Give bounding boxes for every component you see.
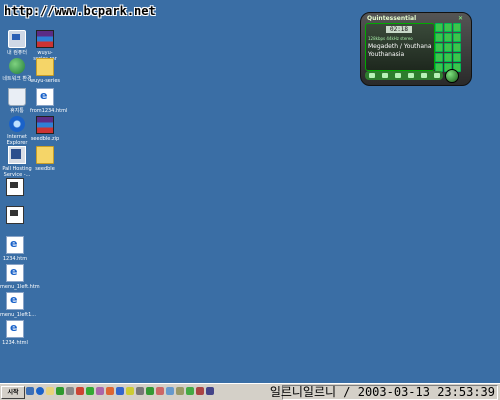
app-shortcut-icon[interactable] <box>116 387 124 395</box>
desktop-icon-label: Pall Hosting Service -... <box>2 166 32 178</box>
playlist-key[interactable] <box>444 43 452 52</box>
website-watermark: http://www.bcpark.net <box>4 4 156 18</box>
playlist-key[interactable] <box>435 53 443 62</box>
desktop-icon-label: 네트워크 환경 <box>2 76 32 82</box>
app-shortcut-icon[interactable] <box>186 387 194 395</box>
desktop-icon-recycle-bin[interactable]: 휴지통 <box>2 88 32 114</box>
ie-shortcut-icon[interactable] <box>36 387 44 395</box>
playlist-key[interactable] <box>444 23 452 32</box>
document-icon <box>6 178 24 196</box>
playlist-key[interactable] <box>435 33 443 42</box>
desktop-icon-label: Internet Explorer <box>6 134 28 146</box>
html-file-icon <box>6 320 24 338</box>
html-file-icon <box>6 292 24 310</box>
start-button[interactable]: 시작 <box>1 386 25 399</box>
app-shortcut-icon[interactable] <box>136 387 144 395</box>
app-shortcut-icon[interactable] <box>126 387 134 395</box>
desktop-icon-doc-2[interactable] <box>0 206 30 226</box>
search-shortcut-icon[interactable] <box>66 387 74 395</box>
desktop-icon-label: wuyu-series <box>30 78 60 84</box>
rar-archive-icon <box>36 116 54 134</box>
eject-icon[interactable] <box>433 73 440 78</box>
desktop-icon-label: 1234.htm <box>2 256 28 262</box>
player-display: 02:18 128kbps 44kHz stereo Megadeth / Yo… <box>365 23 435 71</box>
internet-explorer-icon <box>9 116 25 132</box>
tray-clock[interactable]: 일르니일르니 / 2003-03-13 23:53:39 <box>270 386 495 399</box>
desktop-icon-label: 1234.html <box>2 340 28 346</box>
desktop-icon-label: menu_1left.htm <box>0 284 40 290</box>
app-shortcut-icon[interactable] <box>156 387 164 395</box>
quick-launch-bar <box>26 387 216 395</box>
desktop-icon-doc-1[interactable] <box>0 178 30 198</box>
html-file-icon <box>6 264 24 282</box>
player-info: 128kbps 44kHz stereo <box>368 36 413 41</box>
html-file-icon <box>6 236 24 254</box>
playlist-key[interactable] <box>453 43 461 52</box>
desktop-icon-label: seedble <box>35 166 55 172</box>
app-shortcut-icon[interactable] <box>196 387 204 395</box>
player-title: Quintessential <box>367 15 417 22</box>
pause-icon[interactable] <box>394 73 401 78</box>
desktop-icon-label: menu_1left1... <box>0 312 37 318</box>
desktop-shortcut-icon[interactable] <box>26 387 34 395</box>
stop-icon[interactable] <box>407 73 414 78</box>
desktop-icon-html-3[interactable]: menu_1left.htm <box>0 264 40 290</box>
player-close-icon[interactable]: ✕ <box>458 15 463 22</box>
rar-archive-icon <box>36 30 54 48</box>
computer-icon <box>8 30 26 48</box>
desktop-icon-hosting[interactable]: Pall Hosting Service -... <box>2 146 32 178</box>
app-shortcut-icon[interactable] <box>96 387 104 395</box>
desktop-icon-label: from1234.html <box>30 108 68 114</box>
taskbar: 시작 일르니일르니 / 2003-03-13 23:53:39 <box>0 383 500 400</box>
media-player-widget[interactable]: Quintessential ✕ 02:18 128kbps 44kHz ste… <box>360 12 472 86</box>
desktop-icon-label: 휴지통 <box>10 108 24 114</box>
desktop-icon-rar-2[interactable]: seedble.zip <box>30 116 60 142</box>
player-track-line1: Megadeth / Youthana <box>368 43 432 50</box>
desktop-icon-my-computer[interactable]: 내 컴퓨터 <box>2 30 32 56</box>
desktop-icon-html-5[interactable]: 1234.html <box>0 320 30 346</box>
hosting-service-icon <box>8 146 26 164</box>
playlist-key[interactable] <box>444 33 452 42</box>
playlist-key[interactable] <box>453 33 461 42</box>
playlist-key[interactable] <box>453 53 461 62</box>
app-shortcut-icon[interactable] <box>176 387 184 395</box>
folder-icon <box>36 58 54 76</box>
desktop-icon-folder-2[interactable]: seedble <box>30 146 60 172</box>
desktop-icon-label: seedble.zip <box>30 136 60 142</box>
next-icon[interactable] <box>420 73 427 78</box>
html-file-icon <box>36 88 54 106</box>
play-icon[interactable] <box>381 73 388 78</box>
desktop-icon-html-2[interactable]: 1234.htm <box>0 236 30 262</box>
app-shortcut-icon[interactable] <box>76 387 84 395</box>
app-shortcut-icon[interactable] <box>146 387 154 395</box>
desktop-icon-label: 내 컴퓨터 <box>7 50 27 56</box>
app-shortcut-icon[interactable] <box>206 387 214 395</box>
folder-icon <box>36 146 54 164</box>
player-playlist-keys[interactable] <box>435 23 463 72</box>
network-icon <box>9 58 25 74</box>
volume-knob[interactable] <box>445 69 459 83</box>
playlist-key[interactable] <box>453 23 461 32</box>
system-tray: 일르니일르니 / 2003-03-13 23:53:39 <box>270 385 498 400</box>
playlist-key[interactable] <box>435 43 443 52</box>
player-transport-controls[interactable] <box>365 71 443 80</box>
app-shortcut-icon[interactable] <box>166 387 174 395</box>
desktop-icon-folder-1[interactable]: wuyu-series <box>30 58 60 84</box>
prev-icon[interactable] <box>368 73 375 78</box>
player-track-line2: Youthanasia <box>368 51 405 58</box>
desktop-icon-network[interactable]: 네트워크 환경 <box>2 58 32 82</box>
desktop-icon-html-4[interactable]: menu_1left1... <box>0 292 37 318</box>
document-icon <box>6 206 24 224</box>
recycle-bin-icon <box>8 88 26 106</box>
desktop-icon-html-1[interactable]: from1234.html <box>30 88 68 114</box>
player-time: 02:18 <box>386 26 412 33</box>
mail-shortcut-icon[interactable] <box>46 387 54 395</box>
playlist-key[interactable] <box>444 53 452 62</box>
app-shortcut-icon[interactable] <box>106 387 114 395</box>
playlist-key[interactable] <box>435 23 443 32</box>
app-shortcut-icon[interactable] <box>86 387 94 395</box>
desktop-icon-internet-explorer[interactable]: Internet Explorer <box>2 116 32 146</box>
media-shortcut-icon[interactable] <box>56 387 64 395</box>
